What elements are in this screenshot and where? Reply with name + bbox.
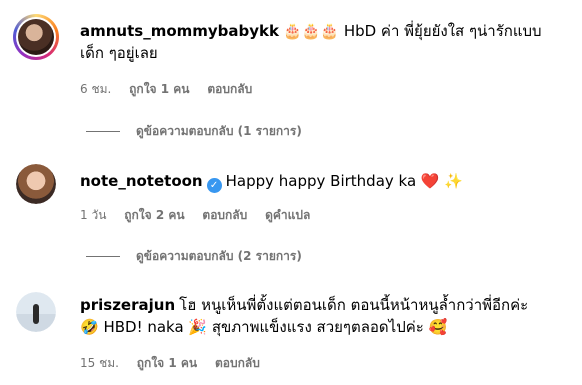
translate-button[interactable]: ดูคำแปล [265, 208, 310, 222]
comment-time[interactable]: 6 ชม. [80, 82, 111, 96]
comment-body: Happy happy Birthday ka ❤️ ✨ [225, 172, 464, 190]
verified-badge-icon: ✓ [206, 178, 222, 193]
replies-divider [86, 256, 120, 257]
comment-username[interactable]: priszerajun [80, 296, 175, 314]
comment-username[interactable]: note_notetoon [80, 172, 203, 190]
comment-likes[interactable]: ถูกใจ 2 คน [124, 208, 184, 222]
comment-likes[interactable]: ถูกใจ 1 คน [129, 82, 189, 96]
comment-body: โฮ หนูเห็นพี่ตั้งแต่ตอนเด็ก ตอนนี้หน้าหน… [179, 296, 529, 314]
avatar[interactable] [16, 292, 56, 332]
reply-button[interactable]: ตอบกลับ [202, 208, 247, 222]
view-replies-label: ดูข้อความตอบกลับ (1 รายการ) [136, 124, 302, 138]
comment-username[interactable]: amnuts_mommybabykk [80, 22, 279, 40]
comment-body-line2: เด็ก ๆอยู่เลย [80, 44, 158, 62]
comment-text-block: amnuts_mommybabykk 🎂🎂🎂 HbD ค่า พี่ยุ้ยยัง… [80, 20, 574, 64]
reply-button[interactable]: ตอบกลับ [207, 82, 252, 96]
view-replies-label: ดูข้อความตอบกลับ (2 รายการ) [136, 249, 302, 263]
comment-meta: 6 ชม. ถูกใจ 1 คน ตอบกลับ [80, 80, 266, 99]
comment-meta: 15 ชม. ถูกใจ 1 คน ตอบกลับ [80, 354, 274, 373]
view-replies-button[interactable]: ดูข้อความตอบกลับ (1 รายการ) [86, 122, 302, 141]
reply-button[interactable]: ตอบกลับ [215, 356, 260, 370]
comment-text-block: priszerajun โฮ หนูเห็นพี่ตั้งแต่ตอนเด็ก ต… [80, 294, 574, 338]
replies-divider [86, 131, 120, 132]
avatar[interactable] [13, 14, 59, 60]
comment-meta: 1 วัน ถูกใจ 2 คน ตอบกลับ ดูคำแปล [80, 206, 324, 225]
comment-body: 🎂🎂🎂 HbD ค่า พี่ยุ้ยยังใส ๆน่ารักแบบ [283, 22, 542, 40]
comment-time[interactable]: 1 วัน [80, 208, 106, 222]
comment-text-block: note_notetoon ✓ Happy happy Birthday ka ❤️… [80, 170, 574, 193]
comment-likes[interactable]: ถูกใจ 1 คน [137, 356, 197, 370]
comment-body-line2: 🤣 HBD! naka 🎉 สุขภาพแข็งแรง สวยๆตลอดไปค่… [80, 318, 448, 336]
view-replies-button[interactable]: ดูข้อความตอบกลับ (2 รายการ) [86, 247, 302, 266]
avatar[interactable] [16, 164, 56, 204]
comment-time[interactable]: 15 ชม. [80, 356, 119, 370]
